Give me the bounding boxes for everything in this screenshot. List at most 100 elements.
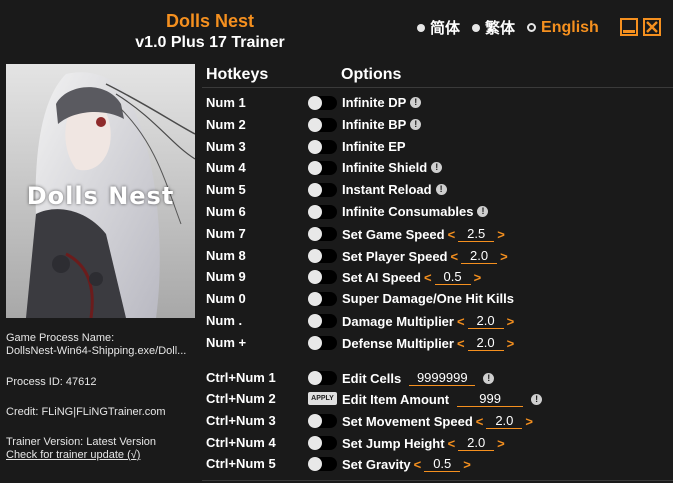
- increase-arrow[interactable]: >: [474, 270, 482, 285]
- lang-english[interactable]: English: [527, 19, 599, 37]
- option-toggle[interactable]: [308, 249, 337, 263]
- value-field[interactable]: 2.0: [467, 313, 504, 329]
- option-row: Num 8 Set Player Speed <2.0 >: [0, 246, 673, 266]
- decrease-arrow[interactable]: <: [457, 314, 465, 329]
- option-toggle[interactable]: [308, 227, 337, 241]
- bottom-divider: [202, 480, 673, 481]
- option-toggle[interactable]: [308, 270, 337, 284]
- toggle-knob: [308, 371, 322, 385]
- option-toggle[interactable]: [308, 118, 337, 132]
- option-toggle[interactable]: [308, 96, 337, 110]
- info-icon: !: [483, 372, 495, 384]
- option-row: Ctrl+Num 5 Set Gravity <0.5 >: [0, 454, 673, 474]
- increase-arrow[interactable]: >: [507, 336, 515, 351]
- option-label: Set Jump Height: [342, 435, 445, 451]
- increase-arrow[interactable]: >: [463, 457, 471, 472]
- radio-dot-icon: [472, 23, 481, 32]
- option-row: Num 6 Infinite Consumables!: [0, 202, 673, 222]
- option-row: Num . Damage Multiplier <2.0 >: [0, 311, 673, 331]
- option-toggle[interactable]: [308, 292, 337, 306]
- decrease-arrow[interactable]: <: [457, 336, 465, 351]
- hotkey-label: Ctrl+Num 3: [206, 413, 276, 428]
- toggle-knob: [308, 227, 322, 241]
- option-label: Set Player Speed: [342, 248, 448, 264]
- option-label: Damage Multiplier: [342, 313, 454, 329]
- hotkey-label: Num 5: [206, 182, 246, 197]
- minimize-button[interactable]: [620, 18, 638, 36]
- option-label: Set Gravity: [342, 456, 411, 472]
- decrease-arrow[interactable]: <: [414, 457, 422, 472]
- toggle-knob: [308, 96, 322, 110]
- option-row: Num 1 Infinite DP!: [0, 93, 673, 113]
- value-field[interactable]: 9999999: [409, 370, 476, 386]
- info-icon: !: [477, 206, 489, 217]
- option-label: Instant Reload: [342, 182, 432, 197]
- option-label: Infinite EP: [342, 139, 406, 154]
- option-row: Num 7 Set Game Speed <2.5 >: [0, 224, 673, 244]
- hotkey-label: Num 4: [206, 160, 246, 175]
- option-toggle[interactable]: [308, 414, 337, 428]
- option-row: Num 4 Infinite Shield!: [0, 158, 673, 178]
- increase-arrow[interactable]: >: [507, 314, 515, 329]
- increase-arrow[interactable]: >: [525, 414, 533, 429]
- increase-arrow[interactable]: >: [497, 436, 505, 451]
- option-label: Edit Item Amount: [342, 391, 450, 407]
- option-toggle[interactable]: [308, 436, 337, 450]
- toggle-knob: [308, 161, 322, 175]
- value-field[interactable]: 2.0: [486, 413, 523, 429]
- value-field[interactable]: 0.5: [434, 269, 471, 285]
- toggle-knob: [308, 292, 322, 306]
- option-row: Num 3 Infinite EP: [0, 137, 673, 157]
- option-row: Num 9 Set AI Speed <0.5 >: [0, 267, 673, 287]
- decrease-arrow[interactable]: <: [448, 227, 456, 242]
- option-label: Infinite BP: [342, 117, 407, 132]
- option-toggle[interactable]: [308, 140, 337, 154]
- decrease-arrow[interactable]: <: [424, 270, 432, 285]
- hotkey-label: Ctrl+Num 4: [206, 435, 276, 450]
- decrease-arrow[interactable]: <: [448, 436, 456, 451]
- option-label: Set AI Speed: [342, 269, 421, 285]
- option-toggle[interactable]: [308, 457, 337, 471]
- value-field[interactable]: 2.5: [458, 226, 495, 242]
- value-field[interactable]: 2.0: [461, 248, 498, 264]
- info-icon: !: [435, 184, 447, 195]
- hotkey-label: Num 6: [206, 204, 246, 219]
- apply-button[interactable]: APPLY: [308, 392, 337, 405]
- increase-arrow[interactable]: >: [497, 227, 505, 242]
- hotkey-label: Num 1: [206, 95, 246, 110]
- hotkey-label: Num 9: [206, 269, 246, 284]
- value-field[interactable]: 0.5: [424, 456, 461, 472]
- hotkey-label: Num 0: [206, 291, 246, 306]
- title-block: Dolls Nest v1.0 Plus 17 Trainer: [0, 10, 420, 53]
- option-toggle[interactable]: [308, 205, 337, 219]
- info-icon: !: [431, 162, 443, 173]
- option-row: Ctrl+Num 4 Set Jump Height <2.0 >: [0, 433, 673, 453]
- info-icon: !: [410, 97, 422, 108]
- lang-label: 繁体: [485, 20, 516, 37]
- option-row: Num 0 Super Damage/One Hit Kills: [0, 289, 673, 309]
- increase-arrow[interactable]: >: [500, 249, 508, 264]
- options-header: Options: [341, 66, 402, 83]
- option-toggle[interactable]: [308, 161, 337, 175]
- lang-traditional-chinese[interactable]: 繁体: [472, 17, 515, 38]
- option-label: Defense Multiplier: [342, 335, 454, 351]
- option-toggle[interactable]: [308, 183, 337, 197]
- close-button[interactable]: [643, 18, 661, 36]
- decrease-arrow[interactable]: <: [476, 414, 484, 429]
- option-toggle[interactable]: [308, 336, 337, 350]
- option-row: Ctrl+Num 1 Edit Cells 9999999!: [0, 368, 673, 388]
- option-row: Ctrl+Num 2 APPLY Edit Item Amount 999!: [0, 389, 673, 409]
- option-toggle[interactable]: [308, 314, 337, 328]
- app-subtitle: v1.0 Plus 17 Trainer: [135, 34, 285, 51]
- toggle-knob: [308, 457, 322, 471]
- hotkey-label: Num 2: [206, 117, 246, 132]
- value-field[interactable]: 2.0: [458, 435, 495, 451]
- decrease-arrow[interactable]: <: [451, 249, 459, 264]
- option-label: Set Movement Speed: [342, 413, 473, 429]
- close-icon: [646, 21, 658, 33]
- option-toggle[interactable]: [308, 371, 337, 385]
- value-field[interactable]: 999: [457, 391, 524, 407]
- value-field[interactable]: 2.0: [467, 335, 504, 351]
- lang-label: English: [541, 18, 599, 36]
- lang-simplified-chinese[interactable]: 简体: [417, 17, 460, 38]
